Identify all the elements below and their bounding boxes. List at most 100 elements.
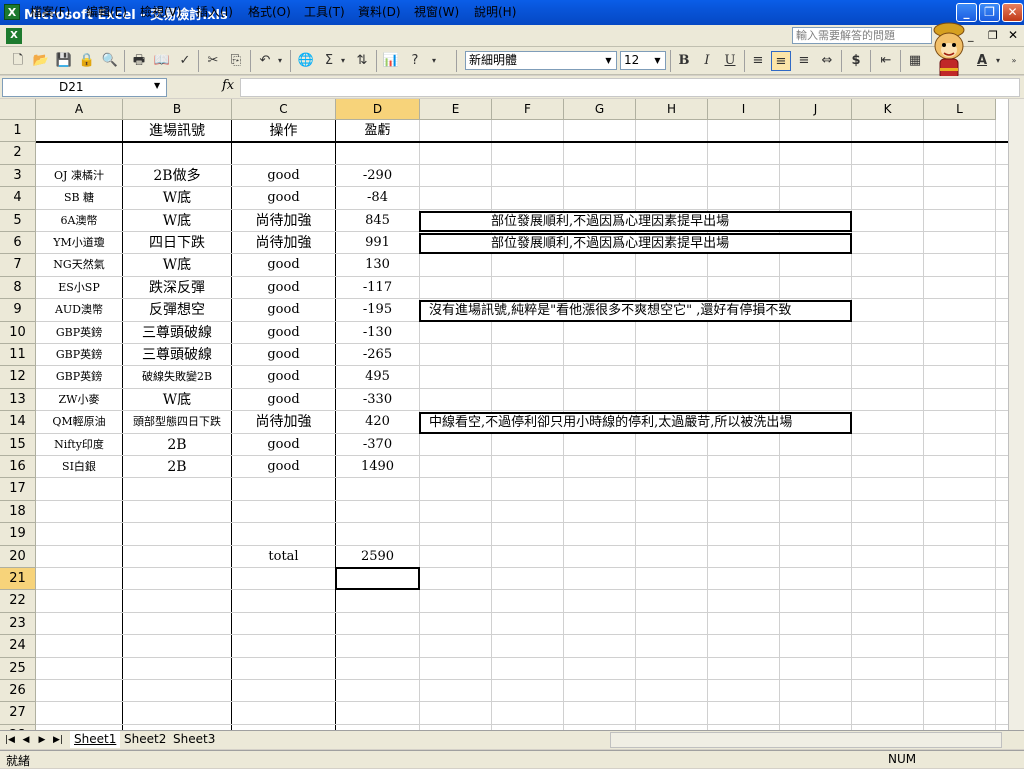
row-header[interactable]: 9 bbox=[0, 299, 36, 322]
row-header[interactable]: 1 bbox=[0, 120, 36, 143]
spelling-icon[interactable]: ✓ bbox=[175, 51, 195, 71]
column-header-k[interactable]: K bbox=[852, 99, 924, 120]
vertical-scrollbar[interactable] bbox=[1008, 99, 1024, 730]
hyperlink-icon[interactable]: 🌐 bbox=[296, 51, 316, 71]
comment-note[interactable]: 中線看空,不過停利卻只用小時線的停利,太過嚴苛,所以被洗出場 bbox=[419, 412, 852, 434]
row-header[interactable]: 18 bbox=[0, 500, 36, 524]
cell-d13[interactable]: -330 bbox=[336, 389, 419, 411]
cell-c14[interactable]: 尚待加強 bbox=[232, 411, 335, 433]
next-sheet-icon[interactable]: ▶ bbox=[36, 733, 48, 747]
cell-d11[interactable]: -265 bbox=[336, 344, 419, 366]
row-header[interactable]: 3 bbox=[0, 164, 36, 188]
name-box[interactable]: D21 bbox=[2, 78, 167, 97]
row-header[interactable]: 5 bbox=[0, 209, 36, 232]
cell-a14[interactable]: QM輕原油 bbox=[36, 411, 122, 433]
cell-c7[interactable]: good bbox=[232, 254, 335, 276]
cell-b13[interactable]: W底 bbox=[123, 389, 231, 411]
font-color-dropdown-icon[interactable]: ▾ bbox=[992, 51, 1004, 71]
formula-input[interactable] bbox=[240, 78, 1020, 97]
cell-b8[interactable]: 跌深反彈 bbox=[123, 277, 231, 299]
undo-dropdown-icon[interactable]: ▾ bbox=[274, 51, 286, 71]
row-header[interactable]: 20 bbox=[0, 545, 36, 568]
cell-d20[interactable]: 2590 bbox=[336, 546, 419, 568]
tab-sheet1[interactable]: Sheet1 bbox=[70, 731, 121, 748]
row-header[interactable]: 13 bbox=[0, 388, 36, 412]
column-header-g[interactable]: G bbox=[564, 99, 636, 120]
cell-a6[interactable]: YM小道瓊 bbox=[36, 232, 122, 254]
doc-close-button[interactable]: ✕ bbox=[1008, 28, 1018, 42]
align-right-icon[interactable]: ≡ bbox=[794, 51, 814, 71]
row-header[interactable]: 15 bbox=[0, 433, 36, 456]
menu-item-6[interactable]: 工具(T) bbox=[304, 3, 345, 19]
cell-d4[interactable]: -84 bbox=[336, 187, 419, 209]
cell-b12[interactable]: 破線失敗變2B bbox=[123, 366, 231, 388]
select-all-corner[interactable] bbox=[0, 99, 36, 120]
align-center-icon[interactable]: ≡ bbox=[771, 51, 791, 71]
cell-d9[interactable]: -195 bbox=[336, 299, 419, 321]
help-search-input[interactable]: 輸入需要解答的問題 bbox=[792, 27, 932, 44]
last-sheet-icon[interactable]: ▶| bbox=[52, 733, 64, 747]
workbook-icon[interactable]: X bbox=[6, 28, 22, 44]
chart-wizard-icon[interactable]: 📊 bbox=[381, 51, 401, 71]
toolbar-options-icon[interactable]: » bbox=[1008, 51, 1020, 71]
doc-restore-button[interactable]: ❐ bbox=[988, 29, 998, 42]
row-header[interactable]: 16 bbox=[0, 456, 36, 479]
cell-d1[interactable]: 盈虧 bbox=[336, 120, 419, 142]
row-header[interactable]: 14 bbox=[0, 411, 36, 434]
cell-d10[interactable]: -130 bbox=[336, 322, 419, 344]
cell-d6[interactable]: 991 bbox=[336, 232, 419, 254]
active-cell-selection[interactable] bbox=[335, 567, 420, 591]
cell-a10[interactable]: GBP英鎊 bbox=[36, 322, 122, 344]
cell-a16[interactable]: SI白銀 bbox=[36, 456, 122, 478]
cell-d12[interactable]: 495 bbox=[336, 366, 419, 388]
currency-icon[interactable]: $ bbox=[846, 51, 866, 71]
cell-c3[interactable]: good bbox=[232, 165, 335, 187]
prev-sheet-icon[interactable]: ◀ bbox=[20, 733, 32, 747]
print-icon[interactable]: 🖶 bbox=[129, 51, 149, 71]
tab-sheet2[interactable]: Sheet2 bbox=[120, 731, 170, 748]
research-icon[interactable]: 📖 bbox=[152, 51, 172, 71]
row-header[interactable]: 12 bbox=[0, 366, 36, 389]
cell-d7[interactable]: 130 bbox=[336, 254, 419, 276]
permission-icon[interactable]: 🔒 bbox=[77, 51, 97, 71]
column-header-b[interactable]: B bbox=[123, 99, 232, 120]
column-header-i[interactable]: I bbox=[708, 99, 780, 120]
cell-a13[interactable]: ZW小麥 bbox=[36, 389, 122, 411]
help-icon[interactable]: ? bbox=[405, 51, 425, 71]
cell-c10[interactable]: good bbox=[232, 322, 335, 344]
cell-c1[interactable]: 操作 bbox=[232, 120, 335, 142]
align-left-icon[interactable]: ≡ bbox=[748, 51, 768, 71]
column-header-f[interactable]: F bbox=[492, 99, 564, 120]
restore-button[interactable]: ❐ bbox=[979, 3, 1000, 22]
sort-ascending-icon[interactable]: ⇅ bbox=[352, 51, 372, 71]
underline-icon[interactable]: U bbox=[720, 51, 740, 71]
cell-a11[interactable]: GBP英鎊 bbox=[36, 344, 122, 366]
row-header[interactable]: 4 bbox=[0, 187, 36, 210]
column-header-d[interactable]: D bbox=[336, 99, 420, 120]
copy-icon[interactable]: ⎘ bbox=[226, 51, 246, 71]
open-icon[interactable]: 📂 bbox=[31, 51, 51, 71]
horizontal-scrollbar[interactable] bbox=[610, 732, 1002, 748]
bold-icon[interactable]: B bbox=[674, 51, 694, 71]
row-header[interactable]: 23 bbox=[0, 612, 36, 636]
cell-b16[interactable]: 2B bbox=[123, 456, 231, 478]
undo-icon[interactable]: ↶ bbox=[255, 51, 275, 71]
cell-d8[interactable]: -117 bbox=[336, 277, 419, 299]
row-header[interactable]: 11 bbox=[0, 344, 36, 367]
menu-item-1[interactable]: 檔案(F) bbox=[30, 3, 70, 19]
column-header-h[interactable]: H bbox=[636, 99, 708, 120]
cell-b5[interactable]: W底 bbox=[123, 210, 231, 232]
cell-b9[interactable]: 反彈想空 bbox=[123, 299, 231, 321]
cell-b10[interactable]: 三尊頭破線 bbox=[123, 322, 231, 344]
menu-item-2[interactable]: 編輯(E) bbox=[86, 3, 127, 19]
cell-b14[interactable]: 頭部型態四日下跌 bbox=[123, 411, 231, 433]
row-header[interactable]: 19 bbox=[0, 523, 36, 546]
row-header[interactable]: 21 bbox=[0, 568, 36, 591]
cell-a15[interactable]: Nifty印度 bbox=[36, 434, 122, 456]
menu-item-3[interactable]: 檢視(V) bbox=[140, 3, 182, 19]
print-preview-icon[interactable]: 🔍 bbox=[100, 51, 120, 71]
cell-a8[interactable]: ES小SP bbox=[36, 277, 122, 299]
borders-icon[interactable]: ▦ bbox=[905, 51, 925, 71]
column-header-l[interactable]: L bbox=[924, 99, 996, 120]
row-header[interactable]: 25 bbox=[0, 657, 36, 680]
